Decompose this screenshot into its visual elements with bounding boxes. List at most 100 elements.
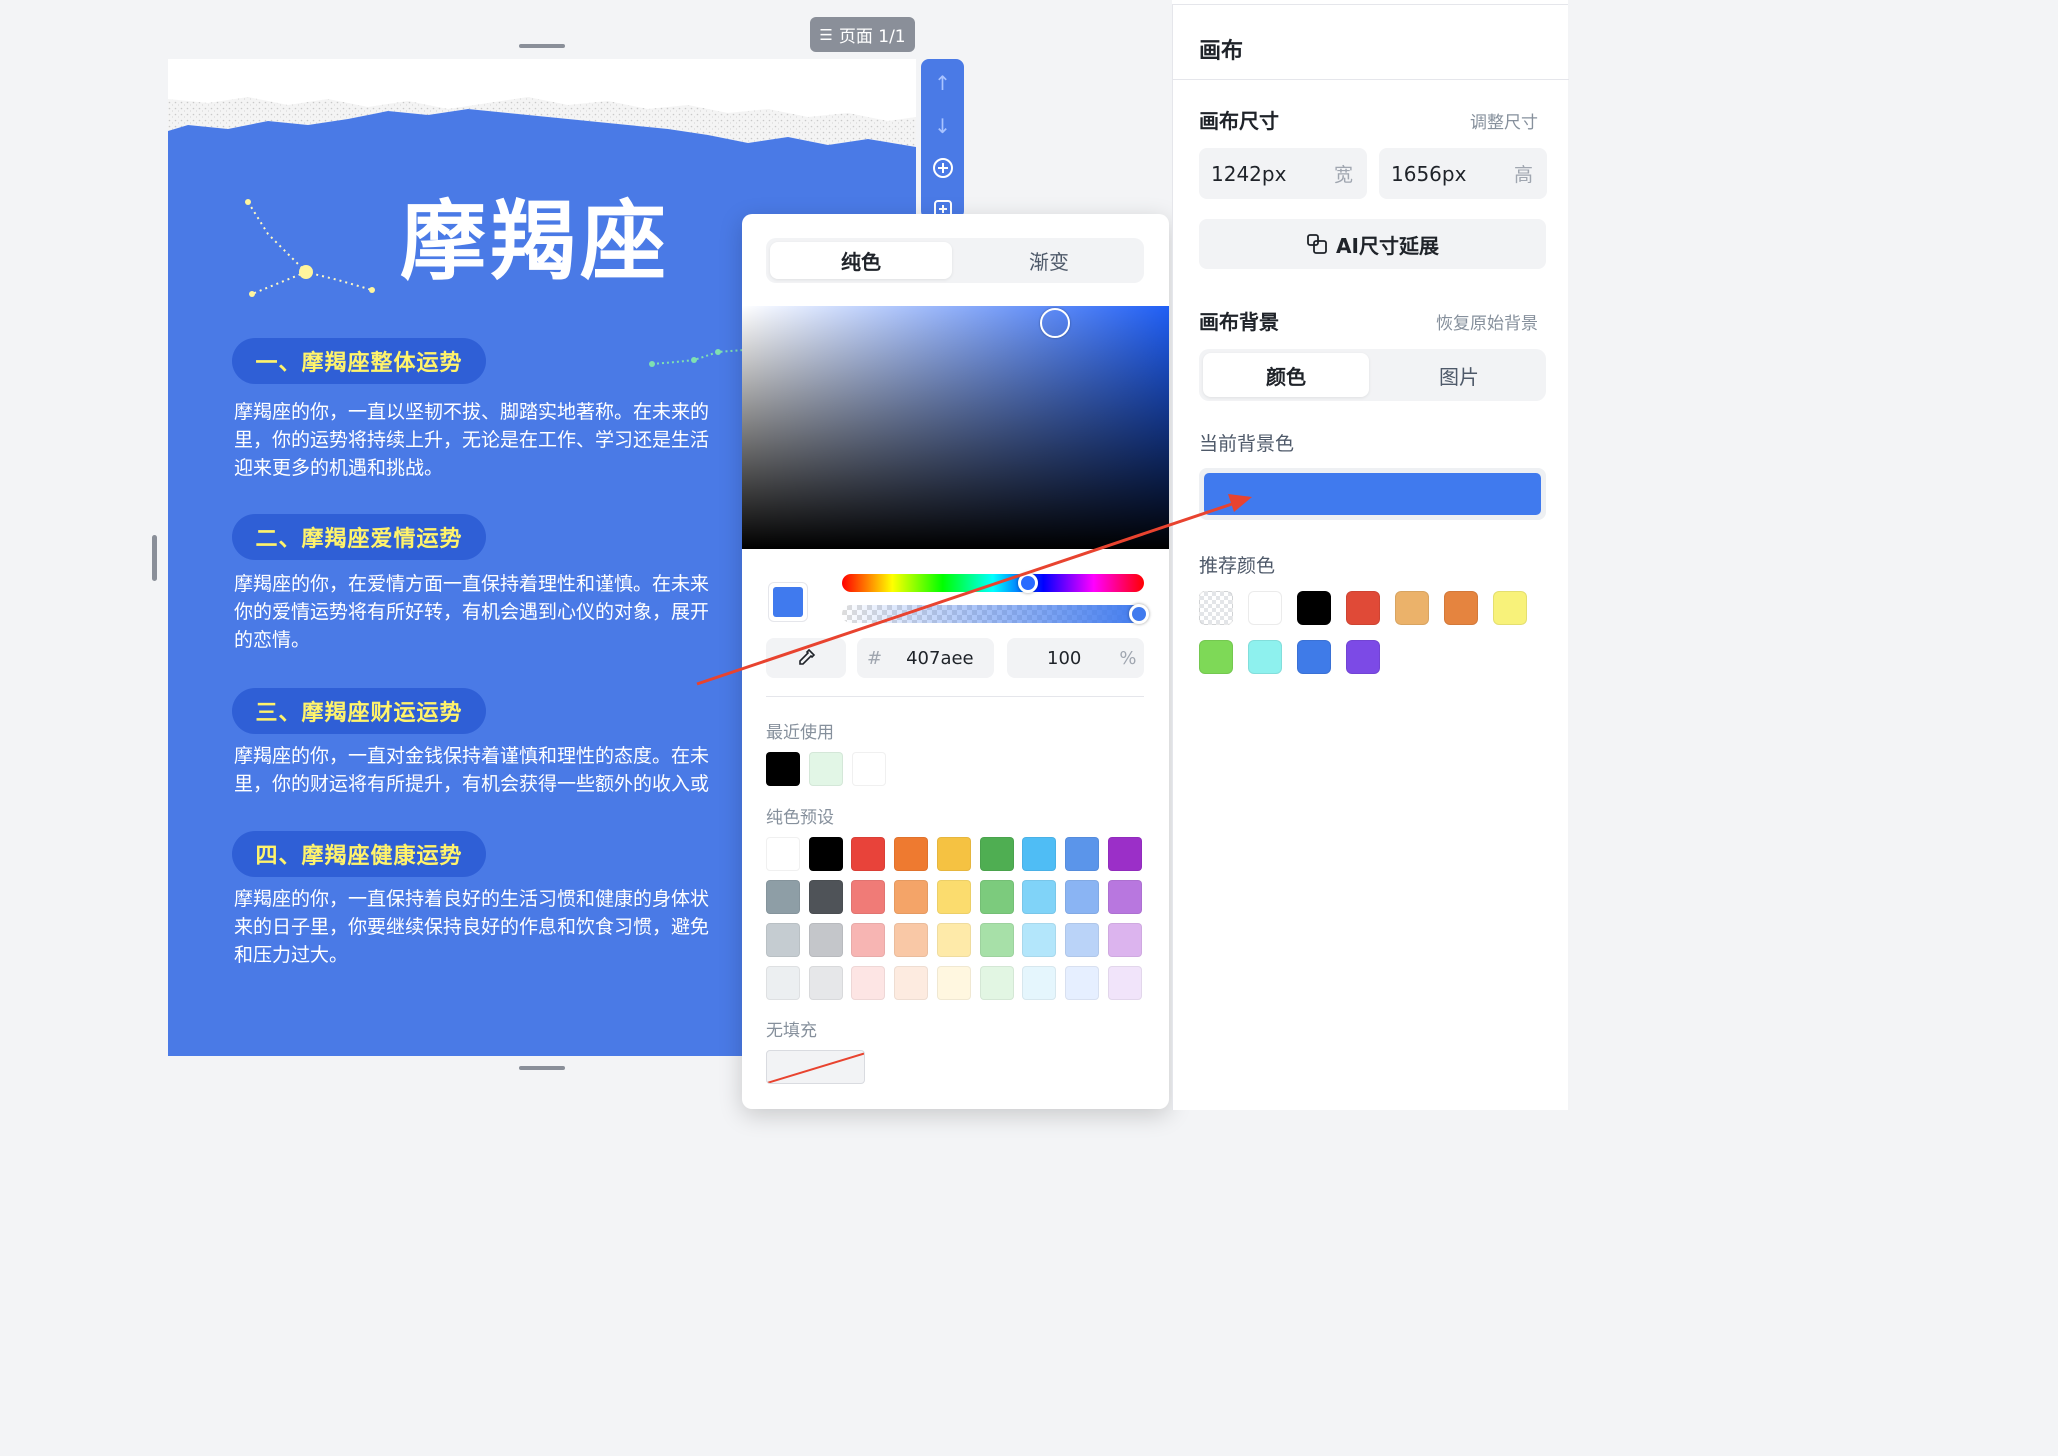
recommended-color-swatch[interactable]	[1248, 591, 1282, 625]
poster-title[interactable]: 摩羯座	[400, 171, 670, 296]
canvas-background-heading: 画布背景	[1199, 310, 1279, 334]
preset-color-swatch[interactable]	[1107, 880, 1142, 914]
preset-color-swatch[interactable]	[894, 966, 929, 1000]
preset-color-swatch[interactable]	[1107, 923, 1142, 957]
preset-color-swatch[interactable]	[1107, 837, 1142, 871]
left-resize-handle[interactable]	[152, 535, 157, 581]
section-heading-health[interactable]: 四、摩羯座健康运势	[232, 831, 486, 877]
preset-color-swatch[interactable]	[808, 923, 843, 957]
tab-background-color[interactable]: 颜色	[1203, 353, 1369, 397]
page-indicator-label: 页面 1/1	[838, 27, 906, 47]
ai-expand-icon	[1307, 234, 1327, 254]
preset-color-swatch[interactable]	[1064, 966, 1099, 1000]
preset-color-swatch[interactable]	[979, 966, 1014, 1000]
opacity-input[interactable]: 100 %	[1007, 638, 1144, 678]
tab-gradient[interactable]: 渐变	[958, 242, 1140, 279]
preset-color-swatch[interactable]	[851, 966, 886, 1000]
ai-resize-label: AI尺寸延展	[1336, 233, 1439, 258]
saturation-value-handle[interactable]	[1040, 308, 1070, 338]
preset-color-swatch[interactable]	[1107, 966, 1142, 1000]
arrow-down-icon[interactable]: ↓	[931, 114, 954, 138]
recent-color-swatch[interactable]	[852, 752, 886, 786]
ai-resize-button[interactable]: AI尺寸延展	[1199, 219, 1546, 269]
hex-input[interactable]: # 407aee	[857, 638, 994, 678]
tab-solid-color[interactable]: 纯色	[770, 242, 952, 279]
current-background-label: 当前背景色	[1199, 433, 1295, 455]
transparent-color-swatch[interactable]	[1199, 591, 1233, 625]
preset-color-swatch[interactable]	[936, 837, 971, 871]
opacity-unit: %	[1119, 647, 1137, 669]
recommended-color-swatch[interactable]	[1395, 591, 1429, 625]
canvas-width-input[interactable]: 1242px 宽	[1199, 148, 1367, 199]
preset-color-swatch[interactable]	[894, 923, 929, 957]
recommended-color-swatch[interactable]	[1346, 591, 1380, 625]
section-heading-love[interactable]: 二、摩羯座爱情运势	[232, 514, 486, 560]
recommended-color-swatch[interactable]	[1493, 591, 1527, 625]
recommended-color-swatch[interactable]	[1297, 640, 1331, 674]
hue-slider[interactable]	[842, 574, 1144, 592]
preset-color-swatch[interactable]	[851, 923, 886, 957]
section-heading-wealth[interactable]: 三、摩羯座财运运势	[232, 688, 486, 734]
recommended-color-swatch[interactable]	[1297, 591, 1331, 625]
preset-color-swatch[interactable]	[766, 923, 800, 957]
no-fill-swatch[interactable]	[766, 1050, 865, 1084]
top-resize-handle[interactable]	[519, 44, 565, 48]
recommended-color-swatch[interactable]	[1199, 640, 1233, 674]
preset-color-swatch[interactable]	[766, 880, 800, 914]
current-background-color[interactable]	[1199, 468, 1546, 520]
canvas-height-unit: 高	[1513, 164, 1533, 186]
preset-color-swatch[interactable]	[1022, 923, 1057, 957]
preset-color-swatch[interactable]	[936, 923, 971, 957]
preset-color-swatch[interactable]	[808, 966, 843, 1000]
preset-color-swatch[interactable]	[1022, 837, 1057, 871]
section-heading-overall[interactable]: 一、摩羯座整体运势	[232, 338, 486, 384]
preset-color-swatch[interactable]	[936, 880, 971, 914]
arrow-up-icon[interactable]: ↑	[931, 71, 954, 95]
add-page-icon[interactable]	[931, 156, 954, 179]
eyedropper-button[interactable]	[766, 638, 846, 678]
canvas-width-unit: 宽	[1333, 164, 1353, 186]
preset-color-swatch[interactable]	[851, 837, 886, 871]
resize-link[interactable]: 调整尺寸	[1470, 108, 1538, 133]
preset-color-swatch[interactable]	[1064, 837, 1099, 871]
torn-paper-edge	[168, 59, 916, 169]
preset-color-swatch[interactable]	[979, 923, 1014, 957]
opacity-slider[interactable]	[842, 605, 1144, 623]
preset-color-swatch[interactable]	[894, 880, 929, 914]
preset-color-swatch[interactable]	[1064, 923, 1099, 957]
preset-color-swatch[interactable]	[808, 880, 843, 914]
eyedropper-icon	[799, 648, 816, 665]
preset-color-swatch[interactable]	[1022, 966, 1057, 1000]
preset-color-swatch[interactable]	[766, 837, 800, 871]
hue-slider-knob[interactable]	[1018, 573, 1038, 593]
canvas-settings-panel: 画布 画布尺寸 调整尺寸 1242px 宽 1656px 高 AI尺寸延展 画布…	[1172, 5, 1569, 1110]
canvas-height-value: 1656px	[1391, 161, 1467, 186]
tab-background-image[interactable]: 图片	[1376, 353, 1542, 397]
background-type-tabs: 颜色 图片	[1199, 349, 1546, 401]
page-indicator[interactable]: ☰ 页面 1/1	[810, 17, 915, 52]
preset-color-swatch[interactable]	[851, 880, 886, 914]
preset-color-swatch[interactable]	[894, 837, 929, 871]
recommended-color-swatch[interactable]	[1346, 640, 1380, 674]
page-toolbar: ↑ ↓	[921, 59, 964, 219]
recent-color-swatch[interactable]	[766, 752, 800, 786]
recent-color-swatch[interactable]	[809, 752, 843, 786]
recommended-color-swatch[interactable]	[1248, 640, 1282, 674]
bottom-resize-handle[interactable]	[519, 1066, 565, 1070]
recommended-color-swatch[interactable]	[1444, 591, 1478, 625]
canvas-height-input[interactable]: 1656px 高	[1379, 148, 1547, 199]
preset-color-swatch[interactable]	[1022, 880, 1057, 914]
preset-color-swatch[interactable]	[936, 966, 971, 1000]
preset-color-swatch[interactable]	[766, 966, 800, 1000]
canvas-size-heading: 画布尺寸	[1199, 109, 1279, 133]
preset-color-swatch[interactable]	[1064, 880, 1099, 914]
preset-color-swatch[interactable]	[808, 837, 843, 871]
color-picker-popover: 纯色 渐变 # 407aee 100 % 最近使用 纯色预设 无填充	[742, 214, 1169, 1109]
saturation-value-area[interactable]	[742, 306, 1169, 549]
preset-color-swatch[interactable]	[979, 880, 1014, 914]
restore-background-link[interactable]: 恢复原始背景	[1436, 309, 1538, 334]
opacity-slider-knob[interactable]	[1129, 604, 1149, 624]
preset-color-swatch[interactable]	[979, 837, 1014, 871]
panel-title: 画布	[1199, 39, 1244, 64]
recommended-colors-label: 推荐颜色	[1199, 555, 1276, 577]
